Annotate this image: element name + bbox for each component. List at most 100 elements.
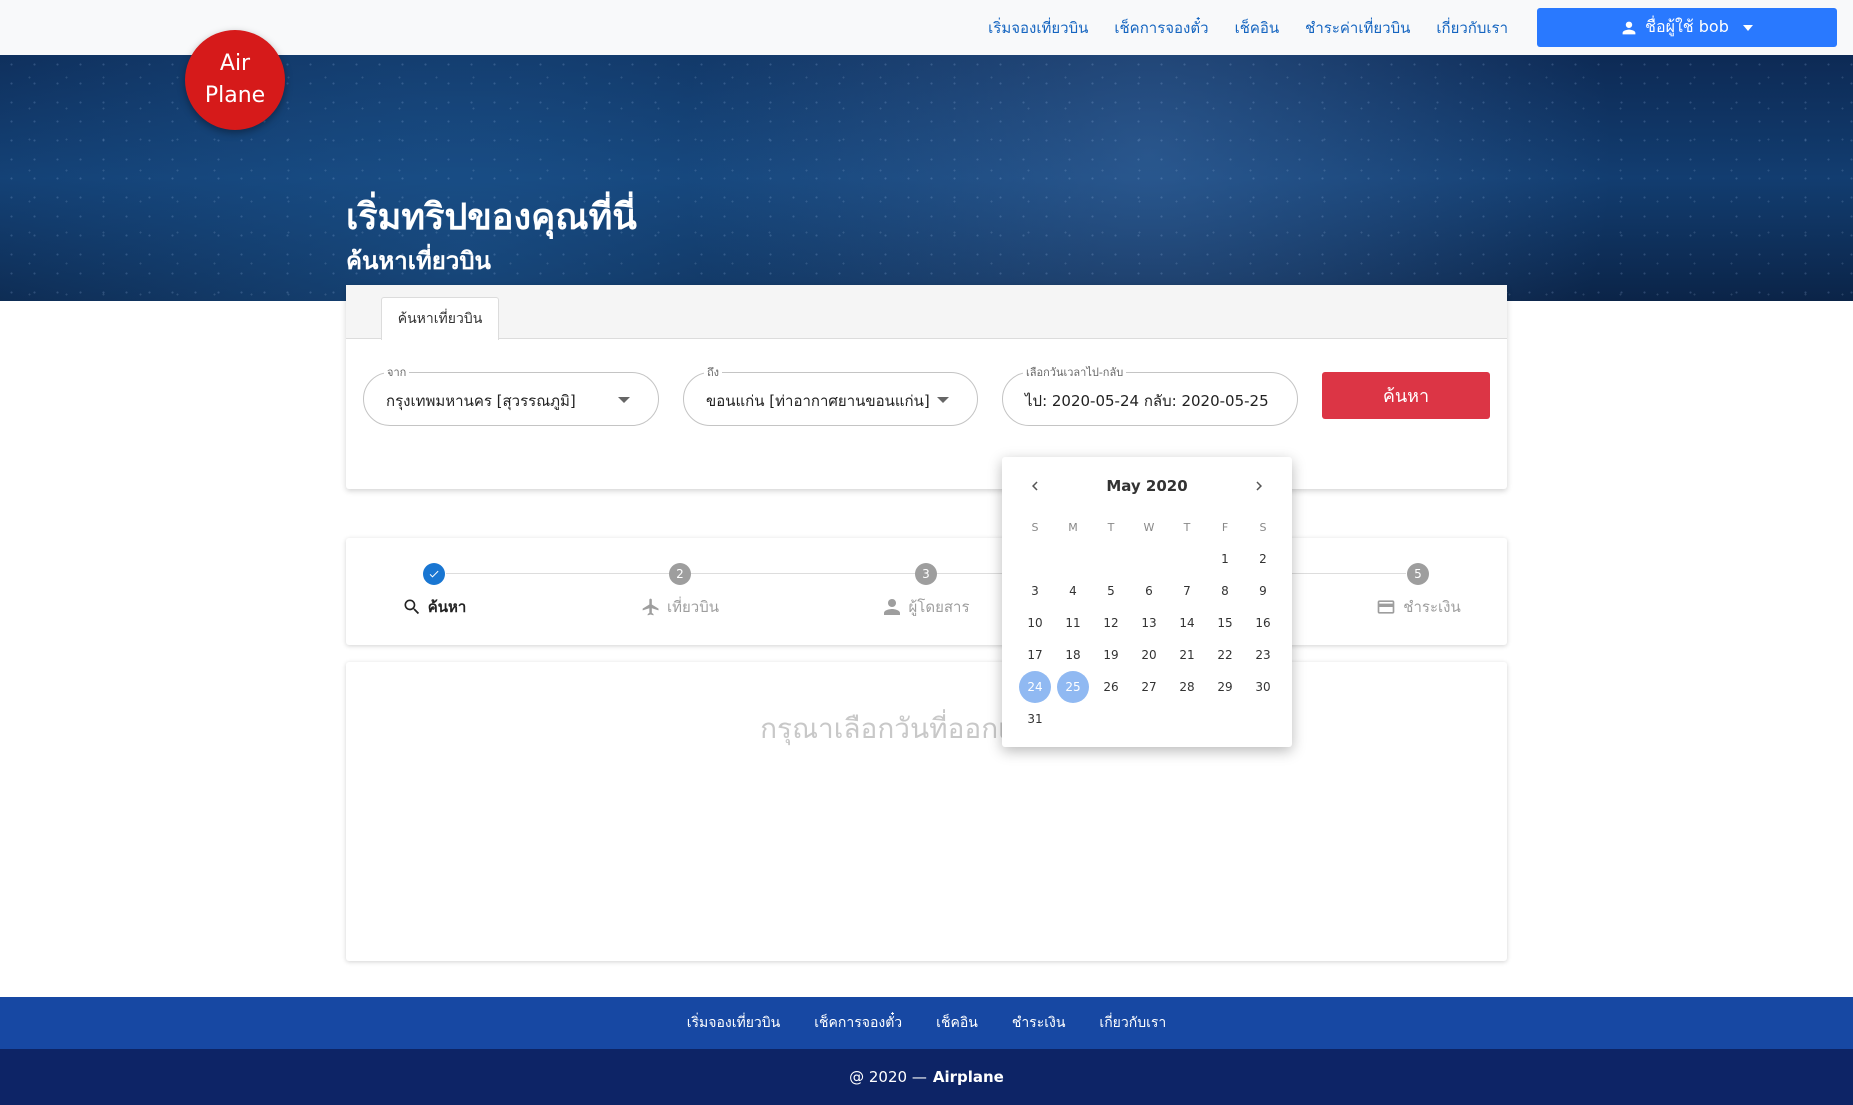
step-passenger[interactable]: 3 ผู้โดยสาร [846, 563, 1006, 619]
calendar-day[interactable]: 19 [1092, 639, 1130, 671]
chevron-right-icon[interactable] [1250, 477, 1268, 495]
calendar-blank [1168, 543, 1206, 575]
calendar-day[interactable]: 8 [1206, 575, 1244, 607]
empty-results-hint: กรุณาเลือกวันที่ออกเดินทาง [760, 712, 1093, 745]
destination-label: ถึง [704, 363, 723, 381]
weekday-header: S [1031, 520, 1039, 534]
calendar-day[interactable]: 15 [1206, 607, 1244, 639]
date-picker: May 2020 S M T W T F S 1 2 3 4 5 6 7 8 9 10 11 12 13 14 15 16 1… [1002, 457, 1292, 747]
calendar-day[interactable]: 13 [1130, 607, 1168, 639]
date-range-input[interactable]: เลือกวันเวลาไป-กลับ ไป: 2020-05-24 กลับ:… [1002, 363, 1298, 426]
chevron-down-icon [1742, 24, 1753, 31]
calendar-day[interactable]: 4 [1054, 575, 1092, 607]
nav-link-check-booking[interactable]: เช็คการจองตั๋ว [1114, 16, 1208, 40]
person-icon [884, 599, 901, 615]
calendar-day[interactable]: 6 [1130, 575, 1168, 607]
calendar-day[interactable]: 31 [1016, 703, 1054, 735]
calendar-day[interactable]: 1 [1206, 543, 1244, 575]
month-label: May 2020 [1106, 477, 1188, 495]
footer-link-about[interactable]: เกี่ยวกับเรา [1099, 1012, 1166, 1034]
footer-brand: Airplane [932, 1068, 1004, 1086]
calendar-day[interactable]: 2 [1244, 543, 1282, 575]
hero-subtitle: ค้นหาเที่ยวบิน [346, 247, 491, 275]
weekday-header: F [1221, 520, 1229, 534]
nav-link-payment[interactable]: ชำระค่าเที่ยวบิน [1305, 16, 1410, 40]
step-label: เที่ยวบิน [641, 595, 719, 619]
booking-stepper: ค้นหา 2 เที่ยวบิน 3 ผู้โดยสาร 5 ชำระเงิน [346, 538, 1507, 645]
step-label: ชำระเงิน [1375, 595, 1461, 619]
date-picker-header: May 2020 [1002, 471, 1292, 501]
step-label: ค้นหา [402, 595, 466, 619]
top-navbar: เริ่มจองเที่ยวบิน เช็คการจองตั๋ว เช็คอิน… [0, 0, 1853, 55]
calendar-day[interactable]: 3 [1016, 575, 1054, 607]
date-range-value: ไป: 2020-05-24 กลับ: 2020-05-25 [1025, 392, 1269, 410]
origin-select[interactable]: จาก กรุงเทพมหานคร [สุวรรณภูมิ] [363, 363, 659, 426]
logo-line-1: Air [219, 51, 251, 76]
calendar-day[interactable]: 26 [1092, 671, 1130, 703]
footer-link-checkin[interactable]: เช็คอิน [936, 1012, 978, 1034]
footer-nav: เริ่มจองเที่ยวบิน เช็คการจองตั๋ว เช็คอิน… [0, 997, 1853, 1049]
search-icon [404, 599, 419, 615]
destination-select[interactable]: ถึง ขอนแก่น [ท่าอากาศยานขอนแก่น] [683, 363, 978, 426]
tab-flight-search[interactable]: ค้นหาเที่ยวบิน [381, 297, 499, 340]
calendar-day[interactable]: 20 [1130, 639, 1168, 671]
calendar-grid: S M T W T F S 1 2 3 4 5 6 7 8 9 10 11 12 13 14 15 16 17 18 19 20 21… [1016, 511, 1282, 735]
step-payment[interactable]: 5 ชำระเงิน [1338, 563, 1498, 619]
hero-title: เริ่มทริปของคุณที่นี่ [346, 197, 637, 238]
nav-link-checkin[interactable]: เช็คอิน [1235, 16, 1280, 40]
person-icon [1622, 21, 1636, 34]
calendar-day[interactable]: 14 [1168, 607, 1206, 639]
flight-search-card: ค้นหาเที่ยวบิน จาก กรุงเทพมหานคร [สุวรรณ… [346, 285, 1507, 489]
calendar-day[interactable]: 10 [1016, 607, 1054, 639]
copyright-text: @ 2020 — [849, 1068, 927, 1086]
nav-link-about[interactable]: เกี่ยวกับเรา [1436, 16, 1508, 40]
calendar-day[interactable]: 30 [1244, 671, 1282, 703]
calendar-day[interactable]: 5 [1092, 575, 1130, 607]
calendar-day[interactable]: 7 [1168, 575, 1206, 607]
calendar-day[interactable]: 18 [1054, 639, 1092, 671]
results-panel: กรุณาเลือกวันที่ออกเดินทาง [346, 662, 1507, 961]
step-number: 3 [915, 563, 937, 585]
footer-copyright: @ 2020 — Airplane [0, 1049, 1853, 1105]
nav-link-book[interactable]: เริ่มจองเที่ยวบิน [988, 16, 1088, 40]
date-range-label: เลือกวันเวลาไป-กลับ [1023, 363, 1127, 381]
calendar-day[interactable]: 22 [1206, 639, 1244, 671]
footer-link-payment[interactable]: ชำระเงิน [1012, 1012, 1066, 1034]
search-button[interactable]: ค้นหา [1322, 372, 1490, 419]
calendar-day-selected[interactable]: 25 [1054, 671, 1092, 703]
calendar-blank [1054, 543, 1092, 575]
calendar-day[interactable]: 11 [1054, 607, 1092, 639]
step-search[interactable]: ค้นหา [354, 563, 514, 619]
calendar-day[interactable]: 9 [1244, 575, 1282, 607]
weekday-header: S [1259, 520, 1267, 534]
footer-link-book[interactable]: เริ่มจองเที่ยวบิน [687, 1012, 781, 1034]
calendar-day[interactable]: 21 [1168, 639, 1206, 671]
weekday-header: T [1183, 520, 1191, 534]
check-icon [423, 563, 445, 585]
calendar-blank [1016, 543, 1054, 575]
step-number: 5 [1407, 563, 1429, 585]
destination-value: ขอนแก่น [ท่าอากาศยานขอนแก่น] [706, 392, 930, 410]
calendar-day[interactable]: 12 [1092, 607, 1130, 639]
user-menu-button[interactable]: ชื่อผู้ใช้ bob [1537, 8, 1837, 47]
step-flight[interactable]: 2 เที่ยวบิน [600, 563, 760, 619]
calendar-day[interactable]: 16 [1244, 607, 1282, 639]
footer-link-check-booking[interactable]: เช็คการจองตั๋ว [814, 1012, 902, 1034]
chevron-left-icon[interactable] [1026, 477, 1044, 495]
calendar-day[interactable]: 29 [1206, 671, 1244, 703]
search-tabbar: ค้นหาเที่ยวบิน [346, 285, 1507, 340]
calendar-day[interactable]: 23 [1244, 639, 1282, 671]
origin-value: กรุงเทพมหานคร [สุวรรณภูมิ] [386, 392, 576, 410]
calendar-day[interactable]: 27 [1130, 671, 1168, 703]
airplane-icon [642, 598, 659, 616]
calendar-day[interactable]: 17 [1016, 639, 1054, 671]
credit-card-icon [1377, 600, 1395, 614]
airplane-logo[interactable]: Air Plane [185, 30, 285, 130]
calendar-day[interactable]: 28 [1168, 671, 1206, 703]
user-name-label: ชื่อผู้ใช้ bob [1645, 17, 1729, 36]
dropdown-arrow-icon [937, 397, 949, 403]
calendar-day-selected[interactable]: 24 [1016, 671, 1054, 703]
step-passenger-label: ผู้โดยสาร [908, 598, 970, 616]
step-label: ผู้โดยสาร [882, 595, 970, 619]
step-payment-label: ชำระเงิน [1403, 598, 1461, 616]
